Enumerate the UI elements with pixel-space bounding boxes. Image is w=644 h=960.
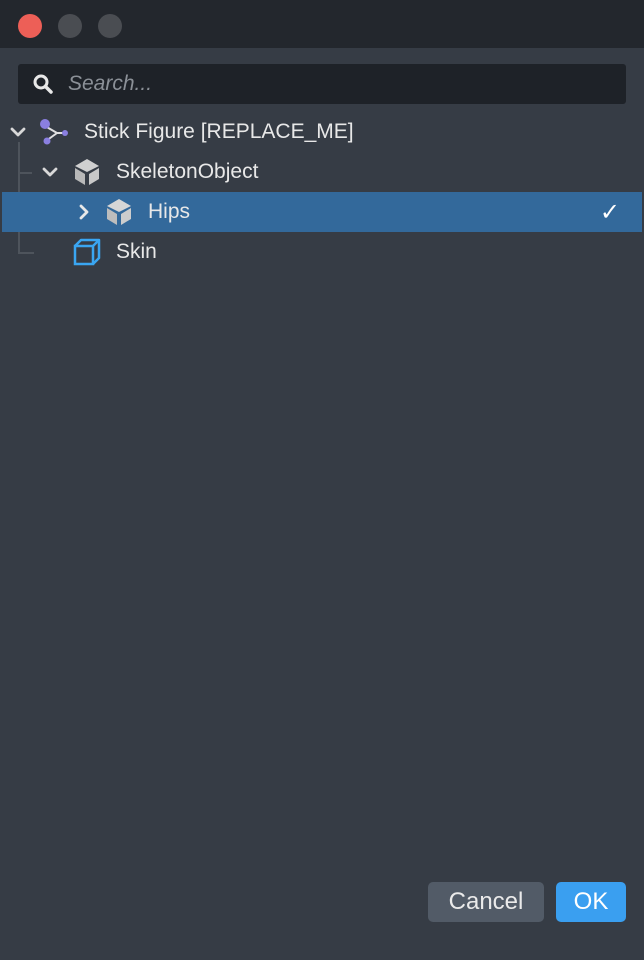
tree-item-label: Skin [116,240,157,263]
tree-item-skin[interactable]: Skin [2,232,642,272]
tree-item-hips[interactable]: Hips ✓ [2,192,642,232]
dialog-window: Stick Figure [REPLACE_ME] SkeletonObject [0,0,644,960]
tree-item-stick-figure[interactable]: Stick Figure [REPLACE_ME] [2,112,642,152]
close-window-button[interactable] [18,14,42,38]
tree-item-label: Hips [148,200,191,223]
chevron-down-icon[interactable] [40,162,60,182]
tree-item-skeleton-object[interactable]: SkeletonObject [2,152,642,192]
graph-nodes-icon [40,119,68,145]
checkmark-icon: ✓ [599,199,620,226]
tree-item-label: SkeletonObject [116,160,259,183]
search-box [18,64,626,104]
chevron-right-icon[interactable] [74,202,94,222]
tree-item-label: Stick Figure [REPLACE_ME] [84,120,354,143]
cube-icon [73,238,101,266]
bone-icon [107,199,131,225]
minimize-window-button[interactable] [58,14,82,38]
zoom-window-button[interactable] [98,14,122,38]
chevron-down-icon[interactable] [8,122,28,142]
ok-button[interactable]: OK [556,882,626,922]
search-input[interactable] [68,64,608,104]
title-bar [0,0,644,48]
cancel-button[interactable]: Cancel [428,882,544,922]
search-icon [33,74,53,94]
skeleton-object-icon [75,159,99,185]
